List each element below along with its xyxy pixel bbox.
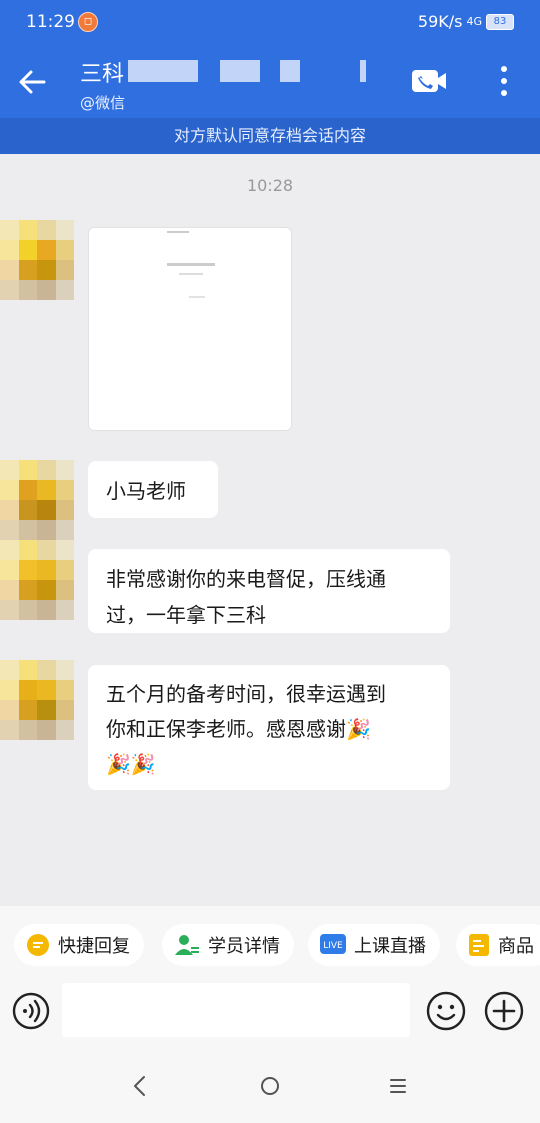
signal-icon: 4G: [466, 15, 482, 28]
chat-subtitle: @微信: [80, 94, 126, 112]
chip-label: 商品: [498, 936, 534, 957]
chip-label: 学员详情: [208, 936, 280, 957]
message-text-line: 过，一年拿下三科: [106, 603, 266, 627]
message-input[interactable]: [62, 983, 410, 1037]
message-bubble[interactable]: 非常感谢你的来电督促，压线通 过，一年拿下三科: [88, 549, 450, 633]
quick-reply-button[interactable]: 快捷回复: [14, 924, 144, 966]
status-bar: 11:29 ◻ 59K/s 4G 83: [0, 0, 540, 44]
status-indicators: 59K/s 4G 83: [418, 12, 514, 31]
contact-avatar[interactable]: [0, 460, 74, 540]
contact-avatar[interactable]: [0, 540, 74, 620]
quick-reply-icon: [27, 934, 49, 956]
message-timestamp: 10:28: [246, 176, 294, 195]
system-navigation-bar: [0, 1050, 540, 1123]
chat-header: 11:29 ◻ 59K/s 4G 83 三科 @微信: [0, 0, 540, 118]
svg-text:LIVE: LIVE: [323, 941, 343, 951]
network-speed: 59K/s: [417, 12, 463, 31]
emoji-icon[interactable]: [426, 991, 466, 1031]
chip-label: 上课直播: [354, 936, 426, 957]
blurred-contact-name: [128, 60, 378, 82]
goods-icon: [469, 934, 489, 956]
student-detail-button[interactable]: 学员详情: [162, 924, 294, 966]
video-call-icon[interactable]: [410, 68, 448, 94]
message-bubble[interactable]: 五个月的备考时间，很幸运遇到 你和正保李老师。感恩感谢🎉 🎉🎉: [88, 665, 450, 790]
live-class-button[interactable]: LIVE 上课直播: [308, 924, 440, 966]
message-text: 小马老师: [106, 479, 186, 503]
chat-title: 三科: [80, 62, 125, 87]
nav-back-icon[interactable]: [128, 1074, 152, 1098]
more-options-icon[interactable]: [494, 64, 514, 98]
contact-avatar[interactable]: [0, 660, 74, 740]
message-input-bar: [0, 974, 540, 1050]
contact-avatar[interactable]: [0, 220, 74, 300]
nav-home-icon[interactable]: [258, 1074, 282, 1098]
back-arrow-icon[interactable]: [14, 64, 50, 100]
message-bubble[interactable]: 小马老师: [88, 461, 218, 518]
message-text-line: 非常感谢你的来电督促，压线通: [106, 567, 386, 591]
archive-notice-banner: 对方默认同意存档会话内容: [0, 118, 540, 154]
quick-action-bar: 快捷回复 学员详情 LIVE 上课直播 商品: [0, 906, 540, 984]
notification-icon: ◻: [78, 12, 98, 32]
image-message[interactable]: [88, 227, 292, 431]
battery-icon: 83: [486, 13, 514, 30]
goods-button[interactable]: 商品: [456, 924, 540, 966]
add-more-icon[interactable]: [484, 991, 524, 1031]
nav-menu-icon[interactable]: [386, 1074, 410, 1098]
chip-label: 快捷回复: [58, 936, 130, 957]
voice-input-icon[interactable]: [12, 992, 50, 1030]
message-text-line: 🎉🎉: [106, 752, 156, 776]
status-time: 11:29: [26, 12, 75, 32]
live-icon: LIVE: [320, 934, 346, 954]
student-detail-icon: [175, 935, 199, 955]
message-text-line: 五个月的备考时间，很幸运遇到: [106, 682, 386, 706]
message-text-line: 你和正保李老师。感恩感谢🎉: [106, 717, 371, 741]
